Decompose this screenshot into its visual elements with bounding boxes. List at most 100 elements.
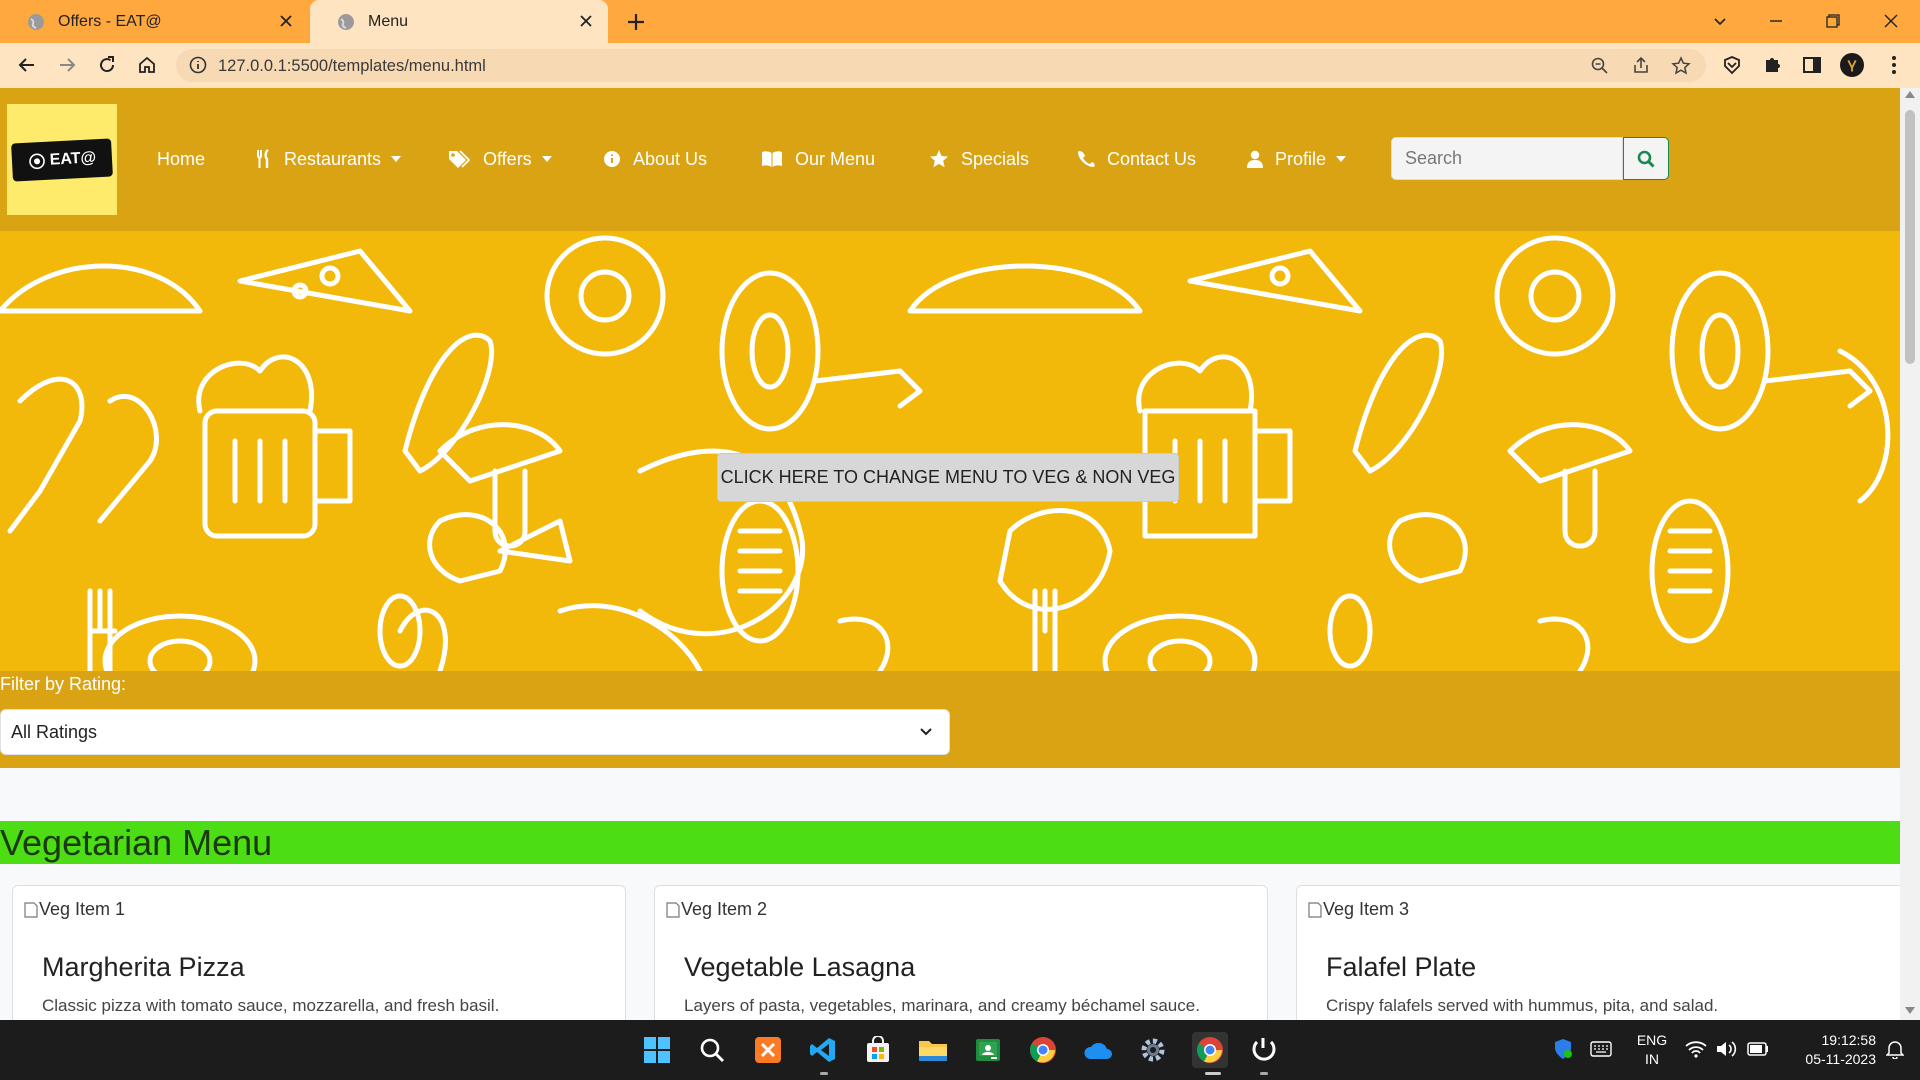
menu-item-image: Veg Item 1 bbox=[24, 899, 125, 920]
security-shield-icon[interactable] bbox=[1550, 1036, 1576, 1062]
page-scrollbar[interactable] bbox=[1900, 88, 1920, 1020]
bookmark-star-icon[interactable] bbox=[1671, 56, 1691, 76]
menu-item-description: Classic pizza with tomato sauce, mozzare… bbox=[42, 996, 500, 1015]
user-icon bbox=[1247, 150, 1263, 168]
broken-image-icon bbox=[1308, 901, 1322, 918]
nav-offers[interactable]: Offers bbox=[447, 147, 552, 171]
toggle-menu-button[interactable]: CLICK HERE TO CHANGE MENU TO VEG & NON V… bbox=[717, 453, 1179, 502]
chrome-profile-icon[interactable] bbox=[1192, 1032, 1228, 1068]
chevron-down-icon bbox=[1336, 156, 1347, 162]
nav-specials[interactable]: Specials bbox=[929, 147, 1029, 171]
nav-label: Contact Us bbox=[1107, 148, 1197, 169]
filter-label: Filter by Rating: bbox=[0, 674, 127, 694]
scrollbar-thumb[interactable] bbox=[1905, 110, 1915, 364]
zoom-icon[interactable] bbox=[1590, 56, 1610, 76]
url-text: 127.0.0.1:5500/templates/menu.html bbox=[218, 57, 486, 75]
microsoft-store-icon[interactable] bbox=[862, 1034, 894, 1066]
forward-icon[interactable] bbox=[54, 52, 80, 78]
scroll-up-icon[interactable] bbox=[1905, 91, 1915, 98]
site-logo[interactable]: EAT@ bbox=[7, 104, 117, 215]
tab-title: Offers - EAT@ bbox=[58, 12, 162, 30]
address-bar[interactable]: 127.0.0.1:5500/templates/menu.html bbox=[176, 49, 1706, 82]
menu-item-name: Vegetable Lasagna bbox=[684, 952, 916, 982]
github-desktop-icon[interactable] bbox=[1247, 1034, 1279, 1066]
nav-label: Offers bbox=[483, 148, 532, 169]
running-indicator bbox=[1260, 1072, 1268, 1075]
minimize-icon[interactable] bbox=[1763, 8, 1789, 34]
side-panel-icon[interactable] bbox=[1800, 53, 1824, 77]
clock[interactable]: 19:12:58 05-11-2023 bbox=[1780, 1031, 1876, 1069]
nav-about-us[interactable]: About Us bbox=[603, 147, 707, 171]
settings-gear-icon[interactable] bbox=[1137, 1034, 1169, 1066]
puzzle-extensions-icon[interactable] bbox=[1760, 53, 1784, 77]
nav-contact-us[interactable]: Contact Us bbox=[1077, 147, 1196, 171]
menu-item-image: Veg Item 3 bbox=[1308, 899, 1409, 920]
reload-icon[interactable] bbox=[94, 52, 120, 78]
file-explorer-icon[interactable] bbox=[917, 1034, 949, 1066]
search-icon[interactable] bbox=[696, 1034, 728, 1066]
book-open-icon bbox=[762, 151, 782, 167]
nav-label: Home bbox=[157, 148, 206, 169]
scroll-down-icon[interactable] bbox=[1905, 1007, 1915, 1014]
share-icon[interactable] bbox=[1631, 56, 1651, 76]
nav-our-menu[interactable]: Our Menu bbox=[761, 147, 875, 171]
menu-heading: Vegetarian Menu bbox=[0, 822, 273, 863]
chevron-down-icon bbox=[391, 156, 402, 162]
menu-item-description: Crispy falafels served with hummus, pita… bbox=[1326, 996, 1719, 1015]
profile-avatar-icon[interactable] bbox=[1840, 53, 1864, 77]
wifi-icon[interactable] bbox=[1683, 1036, 1709, 1062]
tab-search-icon[interactable] bbox=[1707, 8, 1733, 34]
rating-filter-select[interactable]: All Ratings bbox=[0, 709, 950, 755]
keyboard-icon[interactable] bbox=[1588, 1036, 1614, 1062]
onedrive-icon[interactable] bbox=[1082, 1034, 1114, 1066]
globe-icon bbox=[28, 13, 44, 30]
hero-banner: CLICK HERE TO CHANGE MENU TO VEG & NON V… bbox=[0, 231, 1900, 671]
close-tab-icon[interactable] bbox=[276, 11, 296, 31]
nav-label: Specials bbox=[961, 148, 1030, 169]
nav-label: About Us bbox=[633, 148, 708, 169]
search-button[interactable] bbox=[1623, 137, 1669, 180]
nav-label: Restaurants bbox=[284, 148, 382, 169]
nav-home[interactable]: Home bbox=[157, 147, 205, 171]
menu-card[interactable]: Veg Item 2 Vegetable Lasagna Layers of p… bbox=[654, 885, 1268, 1020]
broken-image-icon bbox=[666, 901, 680, 918]
tab-menu[interactable]: Menu bbox=[310, 0, 608, 43]
chrome-icon[interactable] bbox=[1027, 1034, 1059, 1066]
language-code: ENG bbox=[1636, 1032, 1668, 1048]
running-indicator bbox=[820, 1072, 828, 1075]
home-icon[interactable] bbox=[134, 52, 160, 78]
notification-bell-icon[interactable] bbox=[1882, 1036, 1908, 1062]
nav-label: Profile bbox=[1275, 148, 1327, 169]
classroom-icon[interactable] bbox=[972, 1034, 1004, 1066]
info-circle-icon bbox=[604, 151, 620, 167]
close-tab-icon[interactable] bbox=[576, 11, 596, 31]
battery-icon[interactable] bbox=[1745, 1036, 1771, 1062]
nav-restaurants[interactable]: Restaurants bbox=[256, 147, 402, 171]
language-indicator[interactable]: ENG IN bbox=[1630, 1031, 1674, 1069]
back-icon[interactable] bbox=[14, 52, 40, 78]
nav-profile[interactable]: Profile bbox=[1247, 147, 1347, 171]
close-window-icon[interactable] bbox=[1878, 8, 1904, 34]
region-code: IN bbox=[1645, 1051, 1659, 1067]
windows-start-icon[interactable] bbox=[641, 1034, 673, 1066]
menu-heading-bar: Vegetarian Menu bbox=[0, 821, 1900, 864]
volume-icon[interactable] bbox=[1713, 1036, 1739, 1062]
more-menu-icon[interactable] bbox=[1882, 53, 1906, 77]
search-icon bbox=[1637, 150, 1655, 168]
site-info-icon[interactable] bbox=[188, 55, 208, 75]
xampp-icon[interactable] bbox=[752, 1034, 784, 1066]
menu-card[interactable]: Veg Item 1 Margherita Pizza Classic pizz… bbox=[12, 885, 626, 1020]
tab-title: Menu bbox=[368, 12, 409, 30]
menu-item-image: Veg Item 2 bbox=[666, 899, 767, 920]
logo-plate-icon bbox=[29, 153, 45, 169]
vscode-icon[interactable] bbox=[807, 1034, 839, 1066]
menu-item-name: Margherita Pizza bbox=[42, 952, 245, 982]
search-input[interactable] bbox=[1391, 137, 1623, 180]
menu-card[interactable]: Veg Item 3 Falafel Plate Crispy falafels… bbox=[1296, 885, 1900, 1020]
tab-offers[interactable]: Offers - EAT@ bbox=[0, 0, 308, 43]
extension-icon[interactable] bbox=[1720, 53, 1744, 77]
browser-tab-bar: Offers - EAT@ Menu bbox=[0, 0, 1920, 43]
restore-icon[interactable] bbox=[1820, 8, 1846, 34]
utensils-icon bbox=[257, 149, 269, 168]
new-tab-icon[interactable] bbox=[624, 10, 648, 34]
